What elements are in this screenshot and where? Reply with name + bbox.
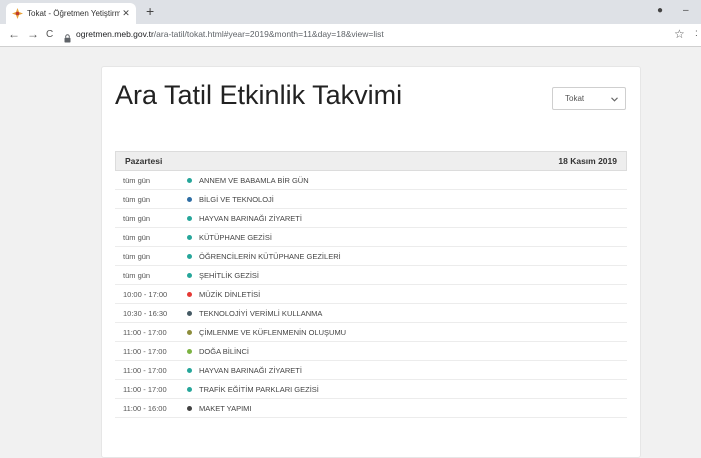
url-host: ogretmen.meb.gov.tr xyxy=(76,29,154,39)
event-time: tüm gün xyxy=(123,251,151,261)
event-time: tüm gün xyxy=(123,194,151,204)
event-color-dot-icon xyxy=(187,329,192,335)
chevron-down-icon xyxy=(611,95,618,104)
event-color-dot-icon xyxy=(187,367,192,373)
page-title: Ara Tatil Etkinlik Takvimi xyxy=(115,80,403,110)
event-time: 11:00 - 17:00 xyxy=(123,327,167,337)
event-title-link[interactable]: ŞEHİTLİK GEZİSİ xyxy=(199,271,259,280)
event-title-link[interactable]: HAYVAN BARINAĞI ZİYARETİ xyxy=(199,366,302,375)
event-title-link[interactable]: MAKET YAPIMI xyxy=(199,404,252,413)
city-select-value: Tokat xyxy=(565,94,585,103)
event-color-dot-icon xyxy=(187,272,192,278)
back-button[interactable]: ← xyxy=(8,27,20,41)
event-time: 11:00 - 17:00 xyxy=(123,346,167,356)
event-time: tüm gün xyxy=(123,175,151,185)
event-title-link[interactable]: ÇİMLENME VE KÜFLENMENİN OLUŞUMU xyxy=(199,328,346,337)
browser-tab-bar: Tokat - Öğretmen Yetiştirme ve G ✕ + ● – xyxy=(0,0,701,24)
event-row[interactable]: 11:00 - 17:00 HAYVAN BARINAĞI ZİYARETİ xyxy=(115,361,627,380)
event-time: 11:00 - 17:00 xyxy=(123,365,167,375)
lock-icon[interactable] xyxy=(64,30,71,48)
day-name: Pazartesi xyxy=(125,156,163,166)
event-title-link[interactable]: TEKNOLOJİYİ VERİMLİ KULLANMA xyxy=(199,309,322,318)
event-title-link[interactable]: MÜZİK DİNLETİSİ xyxy=(199,290,260,299)
reload-button[interactable]: C xyxy=(46,29,53,40)
minimize-icon[interactable]: – xyxy=(683,5,689,16)
bookmark-star-icon[interactable]: ☆ xyxy=(674,27,685,41)
event-title-link[interactable]: ANNEM VE BABAMLA BİR GÜN xyxy=(199,176,309,185)
day-date: 18 Kasım 2019 xyxy=(558,156,617,166)
event-row[interactable]: 11:00 - 16:00 MAKET YAPIMI xyxy=(115,399,627,418)
event-time: 10:00 - 17:00 xyxy=(123,289,168,299)
event-row[interactable]: 10:00 - 17:00 MÜZİK DİNLETİSİ xyxy=(115,285,627,304)
event-row[interactable]: tüm gün BİLGİ VE TEKNOLOJİ xyxy=(115,190,627,209)
event-row[interactable]: tüm gün KÜTÜPHANE GEZİSİ xyxy=(115,228,627,247)
browser-toolbar: ← → C ogretmen.meb.gov.tr/ara-tatil/toka… xyxy=(0,24,701,47)
event-title-link[interactable]: KÜTÜPHANE GEZİSİ xyxy=(199,233,272,242)
browser-tab[interactable]: Tokat - Öğretmen Yetiştirme ve G ✕ xyxy=(6,3,136,24)
event-time: 11:00 - 16:00 xyxy=(123,403,167,413)
event-row[interactable]: 10:30 - 16:30 TEKNOLOJİYİ VERİMLİ KULLANM… xyxy=(115,304,627,323)
event-row[interactable]: 11:00 - 17:00 DOĞA BİLİNCİ xyxy=(115,342,627,361)
city-select[interactable]: Tokat xyxy=(552,87,626,110)
new-tab-button[interactable]: + xyxy=(146,4,154,18)
event-title-link[interactable]: HAYVAN BARINAĞI ZİYARETİ xyxy=(199,214,302,223)
event-time: 11:00 - 17:00 xyxy=(123,384,167,394)
event-color-dot-icon xyxy=(187,386,192,392)
event-title-link[interactable]: BİLGİ VE TEKNOLOJİ xyxy=(199,195,274,204)
tab-close-icon[interactable]: ✕ xyxy=(120,8,132,19)
event-color-dot-icon xyxy=(187,215,192,221)
profile-indicator-icon[interactable]: ● xyxy=(657,5,663,16)
extension-icon[interactable]: : xyxy=(695,28,698,39)
tab-title: Tokat - Öğretmen Yetiştirme ve G xyxy=(27,9,120,18)
event-color-dot-icon xyxy=(187,253,192,259)
event-time: 10:30 - 16:30 xyxy=(123,308,168,318)
url-path: /ara-tatil/tokat.html#year=2019&month=11… xyxy=(153,29,384,39)
event-color-dot-icon xyxy=(187,405,192,411)
meb-favicon-icon xyxy=(12,8,23,19)
event-row[interactable]: tüm gün ŞEHİTLİK GEZİSİ xyxy=(115,266,627,285)
event-title-link[interactable]: ÖĞRENCİLERİN KÜTÜPHANE GEZİLERİ xyxy=(199,252,341,261)
event-time: tüm gün xyxy=(123,232,151,242)
page-viewport: Ara Tatil Etkinlik Takvimi Tokat Pazarte… xyxy=(0,47,701,458)
event-color-dot-icon xyxy=(187,348,192,354)
event-title-link[interactable]: DOĞA BİLİNCİ xyxy=(199,347,249,356)
event-color-dot-icon xyxy=(187,177,192,183)
forward-button[interactable]: → xyxy=(27,27,39,41)
event-row[interactable]: tüm gün HAYVAN BARINAĞI ZİYARETİ xyxy=(115,209,627,228)
event-time: tüm gün xyxy=(123,213,151,223)
event-row[interactable]: 11:00 - 17:00 ÇİMLENME VE KÜFLENMENİN OLU… xyxy=(115,323,627,342)
day-header: Pazartesi 18 Kasım 2019 xyxy=(115,151,627,171)
event-color-dot-icon xyxy=(187,310,192,316)
event-row[interactable]: tüm gün ÖĞRENCİLERİN KÜTÜPHANE GEZİLERİ xyxy=(115,247,627,266)
event-row[interactable]: 11:00 - 17:00 TRAFİK EĞİTİM PARKLARI GEZİ… xyxy=(115,380,627,399)
event-list: Pazartesi 18 Kasım 2019 tüm gün ANNEM VE … xyxy=(115,151,627,418)
event-color-dot-icon xyxy=(187,234,192,240)
event-title-link[interactable]: TRAFİK EĞİTİM PARKLARI GEZİSİ xyxy=(199,385,319,394)
event-color-dot-icon xyxy=(187,291,192,297)
event-row[interactable]: tüm gün ANNEM VE BABAMLA BİR GÜN xyxy=(115,171,627,190)
calendar-card: Ara Tatil Etkinlik Takvimi Tokat Pazarte… xyxy=(101,66,641,458)
address-bar[interactable]: ogretmen.meb.gov.tr/ara-tatil/tokat.html… xyxy=(76,29,384,39)
event-rows: tüm gün ANNEM VE BABAMLA BİR GÜN tüm gün Bİ… xyxy=(115,171,627,418)
event-time: tüm gün xyxy=(123,270,151,280)
event-color-dot-icon xyxy=(187,196,192,202)
